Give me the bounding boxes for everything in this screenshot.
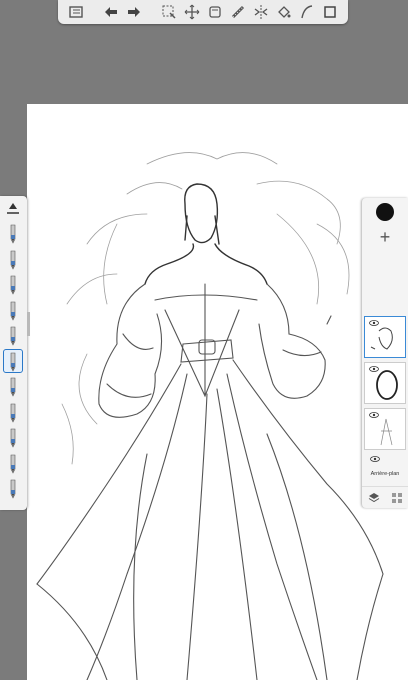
- brush-preset-2[interactable]: [4, 248, 22, 270]
- pencil-icon: [10, 250, 16, 270]
- layers-footer: [362, 486, 408, 509]
- pencil-icon: [10, 326, 16, 346]
- brush-preset-4[interactable]: [4, 299, 22, 321]
- brush-preset-10[interactable]: [4, 452, 22, 474]
- layers-stack-icon[interactable]: [368, 492, 380, 504]
- fashion-sketch: [36, 152, 384, 680]
- top-toolbar: [58, 0, 348, 24]
- eye-icon[interactable]: [369, 320, 379, 326]
- pencil-icon: [10, 479, 16, 499]
- grid-icon[interactable]: [391, 492, 403, 504]
- pencil-icon: [10, 301, 16, 321]
- eye-icon[interactable]: [369, 366, 379, 372]
- gallery-icon[interactable]: [64, 1, 87, 23]
- symmetry-icon[interactable]: [250, 1, 273, 23]
- brush-preset-8[interactable]: [4, 401, 22, 423]
- background-layer-label[interactable]: Arrière-plan: [362, 471, 408, 477]
- layers-panel: + Arrière-plan: [362, 198, 408, 508]
- brush-preset-5[interactable]: [4, 324, 22, 346]
- brush-preset-1[interactable]: [4, 222, 22, 244]
- brush-preset-11[interactable]: [4, 477, 22, 499]
- layer-thumbnail-3[interactable]: [364, 408, 406, 450]
- brush-panel: [0, 196, 27, 510]
- pencil-icon: [10, 377, 16, 397]
- brush-preset-3[interactable]: [4, 273, 22, 295]
- layer-thumbnail-1[interactable]: [364, 316, 406, 358]
- pencil-icon: [10, 403, 16, 423]
- eye-icon[interactable]: [369, 412, 379, 418]
- pencil-icon: [10, 275, 16, 295]
- brush-size-slider-icon[interactable]: [4, 201, 22, 217]
- pencil-icon: [10, 428, 16, 448]
- transform-icon[interactable]: [181, 1, 204, 23]
- add-layer-icon[interactable]: +: [376, 228, 394, 246]
- drawing-canvas[interactable]: [27, 104, 408, 680]
- ruler-icon[interactable]: [227, 1, 250, 23]
- layer-tool-icon[interactable]: [204, 1, 227, 23]
- pencil-icon: [10, 454, 16, 474]
- eye-icon[interactable]: [370, 456, 380, 462]
- layer-thumbnail-2[interactable]: [364, 362, 406, 404]
- brush-preset-6[interactable]: [3, 348, 23, 373]
- brush-preset-9[interactable]: [4, 426, 22, 448]
- curve-icon[interactable]: [296, 1, 319, 23]
- undo-icon[interactable]: [99, 1, 122, 23]
- pencil-icon: [10, 352, 16, 372]
- selection-icon[interactable]: [158, 1, 181, 23]
- brush-preset-7[interactable]: [4, 375, 22, 397]
- fill-icon[interactable]: [273, 1, 296, 23]
- current-color-swatch[interactable]: [376, 203, 394, 221]
- redo-icon[interactable]: [122, 1, 145, 23]
- panel-resize-handle[interactable]: [27, 312, 30, 336]
- fullscreen-icon[interactable]: [319, 1, 342, 23]
- pencil-icon: [10, 224, 16, 244]
